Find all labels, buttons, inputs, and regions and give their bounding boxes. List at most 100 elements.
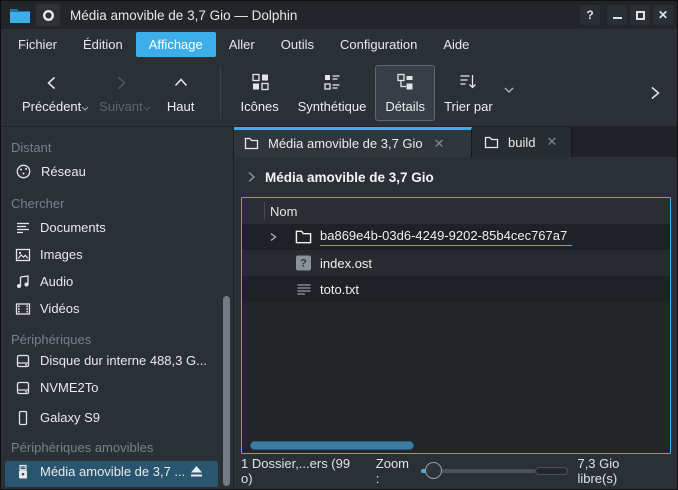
tab-close-icon[interactable]: ✕: [544, 134, 559, 150]
menu-fichier[interactable]: Fichier: [5, 32, 70, 57]
details-view-button[interactable]: Détails: [375, 65, 435, 121]
details-view-icon: [395, 72, 415, 92]
tab-close-icon[interactable]: ✕: [432, 136, 447, 152]
film-icon: [15, 301, 31, 317]
menu-configuration[interactable]: Configuration: [327, 32, 430, 57]
sidebar-item-audio[interactable]: Audio: [1, 268, 233, 295]
zoom-slider-handle[interactable]: [425, 462, 442, 479]
tab-bar: Média amovible de 3,7 Gio ✕ build ✕: [234, 127, 677, 157]
eject-icon: [189, 465, 204, 478]
file-row-index-ost[interactable]: ? index.ost: [242, 250, 670, 276]
column-header[interactable]: Nom: [242, 198, 670, 224]
toolbar-separator: [220, 67, 221, 119]
sidebar-item-label: Média amovible de 3,7 ...: [40, 464, 185, 479]
section-chercher: Chercher: [11, 196, 233, 211]
status-summary: 1 Dossier,...ers (99 o): [241, 456, 363, 486]
body: Distant Réseau Chercher Document: [1, 127, 677, 489]
minimize-icon: [613, 17, 622, 19]
sort-dropdown-caret-icon[interactable]: [504, 87, 514, 93]
hard-drive-icon: [15, 380, 31, 396]
sidebar-item-label: Réseau: [41, 164, 86, 179]
compact-view-label: Synthétique: [298, 99, 367, 114]
dolphin-window: Média amovible de 3,7 Gio — Dolphin ? ✕ …: [0, 0, 678, 490]
menu-outils[interactable]: Outils: [268, 32, 327, 57]
hard-drive-icon: [15, 353, 31, 369]
sidebar-scrollbar[interactable]: [223, 296, 230, 486]
file-row-toto-txt[interactable]: toto.txt: [242, 276, 670, 302]
forward-dropdown-caret-icon: [143, 106, 151, 111]
file-name[interactable]: toto.txt: [320, 282, 359, 297]
sidebar-item-videos[interactable]: Vidéos: [1, 295, 233, 322]
sidebar-item-label: Disque dur interne 488,3 G...: [40, 353, 212, 368]
tab-label: Média amovible de 3,7 Gio: [268, 136, 423, 151]
sidebar-item-disque-dur-interne[interactable]: Disque dur interne 488,3 G...: [1, 350, 233, 377]
file-name[interactable]: index.ost: [320, 256, 372, 271]
sort-by-label: Trier par: [444, 99, 493, 114]
sidebar-item-documents[interactable]: Documents: [1, 214, 233, 241]
breadcrumb-chevron-icon: [247, 171, 256, 183]
toolbar: Précédent Suivant Haut: [1, 59, 677, 127]
compact-view-button[interactable]: Synthétique: [289, 66, 376, 120]
tab-label: build: [508, 135, 535, 150]
eject-button[interactable]: [189, 465, 204, 478]
file-name[interactable]: ba869e4b-03d6-4249-9202-85b4cec767a7: [320, 228, 572, 246]
titlebar[interactable]: Média amovible de 3,7 Gio — Dolphin ? ✕: [1, 1, 677, 29]
toolbar-overflow-button[interactable]: [649, 85, 661, 101]
sidebar-item-media-amovible[interactable]: Média amovible de 3,7 ...: [5, 461, 218, 487]
image-icon: [15, 247, 31, 263]
tab-build[interactable]: build ✕: [472, 127, 572, 157]
file-view-panel: Nom: [241, 197, 671, 454]
menu-aide[interactable]: Aide: [430, 32, 482, 57]
maximize-button[interactable]: [630, 5, 650, 25]
back-dropdown-caret-icon[interactable]: [81, 106, 89, 111]
device-info: NVME2To: [40, 380, 212, 395]
menu-affichage[interactable]: Affichage: [136, 32, 216, 57]
back-button[interactable]: Précédent: [13, 66, 90, 120]
menu-edition[interactable]: Édition: [70, 32, 136, 57]
sidebar-item-images[interactable]: Images: [1, 241, 233, 268]
menubar: Fichier Édition Affichage Aller Outils C…: [1, 29, 677, 59]
device-info: Disque dur interne 488,3 G...: [40, 353, 212, 368]
icons-view-label: Icônes: [240, 99, 278, 114]
folder-icon: [295, 229, 312, 246]
sidebar-item-label: NVME2To: [40, 380, 212, 395]
sort-icon: [458, 72, 478, 92]
file-rows: ba869e4b-03d6-4249-9202-85b4cec767a7 ? i…: [242, 224, 670, 302]
free-space-text: 7,3 Gio libre(s): [577, 456, 661, 486]
zoom-slider[interactable]: [421, 461, 535, 481]
text-file-icon: [295, 281, 312, 298]
sidebar-item-label: Vidéos: [40, 301, 80, 316]
network-icon: [15, 163, 32, 180]
smartphone-icon: [15, 410, 31, 426]
minimize-button[interactable]: [607, 5, 627, 25]
expander-chevron-icon[interactable]: [269, 232, 277, 242]
sidebar-item-galaxy-s9[interactable]: Galaxy S9: [1, 404, 233, 431]
section-distant: Distant: [11, 140, 233, 155]
help-button[interactable]: ?: [580, 5, 600, 25]
status-bar: 1 Dossier,...ers (99 o) Zoom : 7,3 Gio l…: [234, 454, 677, 488]
tab-media-amovible[interactable]: Média amovible de 3,7 Gio ✕: [234, 127, 472, 157]
sidebar-item-nvme2to[interactable]: NVME2To: [1, 377, 233, 404]
column-separator: [264, 202, 265, 220]
file-row-folder[interactable]: ba869e4b-03d6-4249-9202-85b4cec767a7: [242, 224, 670, 250]
window-menu-button[interactable]: [36, 4, 60, 26]
close-button[interactable]: ✕: [653, 5, 673, 25]
dolphin-folder-icon: [9, 6, 31, 24]
free-space-bar: [535, 467, 568, 475]
sidebar-item-reseau[interactable]: Réseau: [1, 158, 233, 184]
menu-aller[interactable]: Aller: [216, 32, 268, 57]
document-lines-icon: [15, 220, 31, 236]
icons-view-button[interactable]: Icônes: [231, 66, 289, 120]
device-info: Média amovible de 3,7 ...: [40, 464, 212, 479]
breadcrumb[interactable]: Média amovible de 3,7 Gio: [234, 157, 677, 197]
horizontal-scrollbar[interactable]: [250, 441, 414, 450]
forward-label: Suivant: [99, 99, 142, 114]
sort-by-button[interactable]: Trier par: [435, 66, 502, 120]
column-nom[interactable]: Nom: [270, 204, 297, 219]
breadcrumb-path[interactable]: Média amovible de 3,7 Gio: [265, 170, 434, 185]
folder-icon: [484, 136, 499, 149]
up-button[interactable]: Haut: [152, 66, 210, 120]
sidebar-item-label: Documents: [40, 220, 106, 235]
app-ring-icon: [42, 9, 55, 22]
sidebar-item-label: Galaxy S9: [40, 410, 100, 425]
